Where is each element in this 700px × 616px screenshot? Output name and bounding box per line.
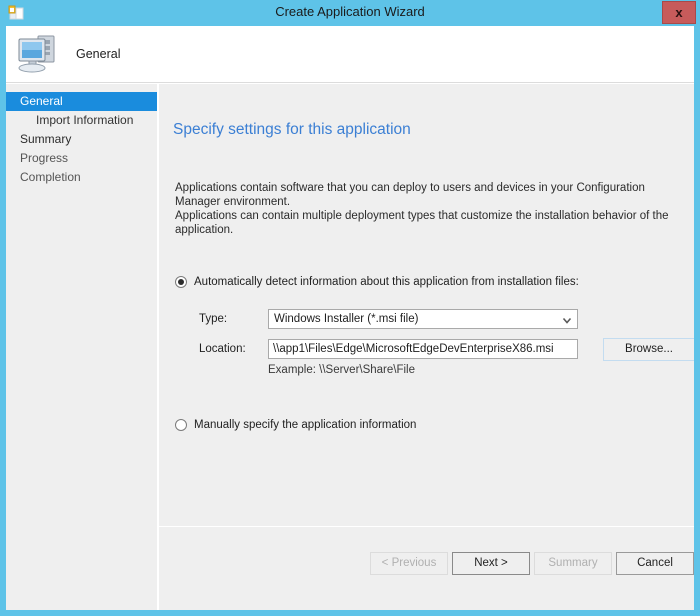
type-select[interactable]: Windows Installer (*.msi file) [268, 309, 578, 329]
radio-unselected-icon [175, 419, 187, 431]
wizard-footer: < Previous Next > Summary Cancel [159, 526, 694, 610]
sidebar-item-label: Progress [20, 151, 69, 165]
summary-button-label: Summary [548, 557, 598, 569]
wizard-header: General [6, 26, 694, 83]
sidebar-item-label: General [20, 94, 63, 108]
sidebar-item-general[interactable]: General [6, 92, 157, 111]
summary-button[interactable]: Summary [534, 552, 612, 575]
location-label: Location: [199, 343, 246, 355]
title-bar[interactable]: Create Application Wizard x [0, 0, 700, 26]
location-example-hint: Example: \\Server\Share\File [268, 364, 416, 376]
location-input-value: \\app1\Files\Edge\MicrosoftEdgeDevEnterp… [273, 343, 554, 355]
sidebar-item-summary[interactable]: Summary [6, 130, 157, 149]
browse-button-label: Browse... [625, 343, 673, 355]
option-manual-group: Manually specify the application informa… [175, 417, 575, 435]
type-label: Type: [199, 313, 228, 325]
intro-line-1: Applications contain software that you c… [175, 182, 645, 208]
option-automatic-group: Automatically detect information about t… [175, 274, 694, 376]
location-input[interactable]: \\app1\Files\Edge\MicrosoftEdgeDevEnterp… [268, 339, 578, 359]
sidebar-item-progress[interactable]: Progress [6, 149, 157, 168]
intro-description: Applications contain software that you c… [175, 181, 680, 237]
sidebar-item-import-information[interactable]: Import Information [6, 111, 157, 130]
previous-button[interactable]: < Previous [370, 552, 448, 575]
window-title: Create Application Wizard [275, 4, 425, 19]
previous-button-label: < Previous [381, 557, 437, 569]
type-select-value: Windows Installer (*.msi file) [274, 313, 419, 325]
wizard-window: Create Application Wizard x General Gene… [0, 0, 700, 616]
chevron-down-icon [561, 314, 573, 326]
sidebar-item-completion[interactable]: Completion [6, 168, 157, 187]
page-title: Specify settings for this application [173, 121, 411, 138]
sidebar-item-label: Import Information [36, 113, 134, 127]
radio-manual-specify[interactable]: Manually specify the application informa… [175, 417, 575, 435]
computer-icon [14, 30, 64, 78]
radio-automatic-detect[interactable]: Automatically detect information about t… [175, 274, 685, 292]
sidebar-item-label: Summary [20, 132, 72, 146]
next-button-label: Next > [474, 557, 508, 569]
sidebar-item-label: Completion [20, 170, 81, 184]
close-icon: x [675, 5, 683, 20]
next-button[interactable]: Next > [452, 552, 530, 575]
browse-button[interactable]: Browse... [603, 338, 694, 361]
radio-selected-icon [175, 276, 187, 288]
wizard-nav-pane: General Import Information Summary Progr… [6, 84, 158, 610]
header-step-label: General [76, 47, 121, 61]
intro-line-2: Applications can contain multiple deploy… [175, 210, 669, 236]
radio-automatic-detect-label: Automatically detect information about t… [194, 276, 579, 288]
close-button[interactable]: x [662, 1, 696, 24]
client-area: General General Import Information Summa… [6, 26, 694, 610]
cancel-button-label: Cancel [637, 557, 673, 569]
radio-manual-specify-label: Manually specify the application informa… [194, 419, 417, 431]
cancel-button[interactable]: Cancel [616, 552, 694, 575]
